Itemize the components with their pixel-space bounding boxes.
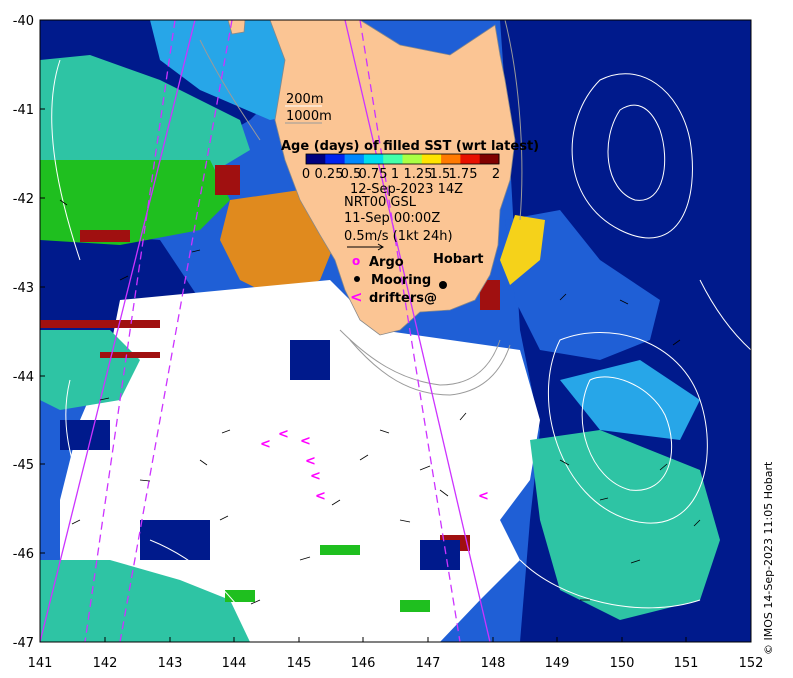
svg-text:<: < <box>478 489 489 504</box>
y-tick-label: -41 <box>13 103 34 118</box>
colorbar-swatch <box>363 154 384 164</box>
colorbar-swatch <box>479 154 500 164</box>
x-tick-labels: 141 142 143 144 145 146 147 148 149 150 … <box>28 656 764 671</box>
colorbar-swatch <box>402 154 423 164</box>
svg-text:<: < <box>260 437 271 452</box>
colorbar-swatch <box>325 154 346 164</box>
product-name: NRT00 GSL <box>344 195 417 210</box>
colorbar-tick-label: 0.25 <box>315 167 344 182</box>
drifters-label: drifters@ <box>369 291 437 306</box>
y-tick-label: -43 <box>13 281 34 296</box>
drifter-symbol: < <box>350 288 363 306</box>
y-tick-label: -40 <box>13 14 34 29</box>
sst-map: < < < < < < < 141 142 143 144 145 146 14… <box>13 14 764 671</box>
x-tick-label: 141 <box>28 656 53 671</box>
colorbar-swatch <box>441 154 461 164</box>
colorbar-tick-label: 1.5 <box>430 167 451 182</box>
colorbar-tick-label: 1 <box>391 167 399 182</box>
svg-text:<: < <box>278 427 289 442</box>
x-tick-label: 149 <box>545 656 570 671</box>
y-tick-labels: -40 -41 -42 -43 -44 -45 -46 -47 <box>13 14 34 651</box>
x-tick-label: 148 <box>481 656 506 671</box>
colorbar-swatch <box>460 154 481 164</box>
credit-text: © IMOS 14-Sep-2023 11:05 Hobart <box>762 461 775 655</box>
colorbar-tick-label: 0.75 <box>359 167 388 182</box>
colorbar-tick-label: 0 <box>302 167 310 182</box>
product-date: 11-Sep 00:00Z <box>344 211 440 226</box>
colorbar-swatch <box>383 154 403 164</box>
svg-text:<: < <box>310 469 321 484</box>
x-tick-label: 143 <box>158 656 183 671</box>
contour-1000-label: 1000m <box>286 109 332 124</box>
svg-text:<: < <box>300 434 311 449</box>
map-layers: < < < < < < < <box>40 20 751 642</box>
y-tick-label: -42 <box>13 192 34 207</box>
y-tick-label: -46 <box>13 547 34 562</box>
x-tick-label: 142 <box>93 656 118 671</box>
y-tick-label: -47 <box>13 636 34 651</box>
contour-200-label: 200m <box>286 92 323 107</box>
colorbar-tick-label: 1.75 <box>449 167 478 182</box>
y-tick-label: -45 <box>13 458 34 473</box>
x-tick-label: 146 <box>351 656 376 671</box>
colorbar-swatch <box>421 154 442 164</box>
colorbar-tick-label: 2 <box>492 167 500 182</box>
colorbar <box>305 153 500 165</box>
svg-text:<: < <box>305 454 316 469</box>
colorbar-swatch <box>344 154 365 164</box>
svg-text:<: < <box>315 489 326 504</box>
x-tick-label: 151 <box>674 656 699 671</box>
x-tick-label: 145 <box>287 656 312 671</box>
mooring-label: Mooring <box>371 273 431 288</box>
hobart-mooring-marker <box>439 281 447 289</box>
colorbar-swatch <box>306 154 326 164</box>
place-label-hobart: Hobart <box>433 252 484 267</box>
colorbar-tick-label: 1.25 <box>404 167 433 182</box>
x-tick-label: 150 <box>610 656 635 671</box>
y-tick-label: -44 <box>13 370 34 385</box>
x-tick-label: 152 <box>739 656 764 671</box>
argo-symbol: o <box>352 254 360 268</box>
mooring-symbol <box>354 276 360 282</box>
x-tick-label: 147 <box>416 656 441 671</box>
x-tick-label: 144 <box>222 656 247 671</box>
colorbar-title: Age (days) of filled SST (wrt latest) <box>281 139 539 154</box>
argo-label: Argo <box>369 255 404 270</box>
scale-label: 0.5m/s (1kt 24h) <box>344 229 453 244</box>
